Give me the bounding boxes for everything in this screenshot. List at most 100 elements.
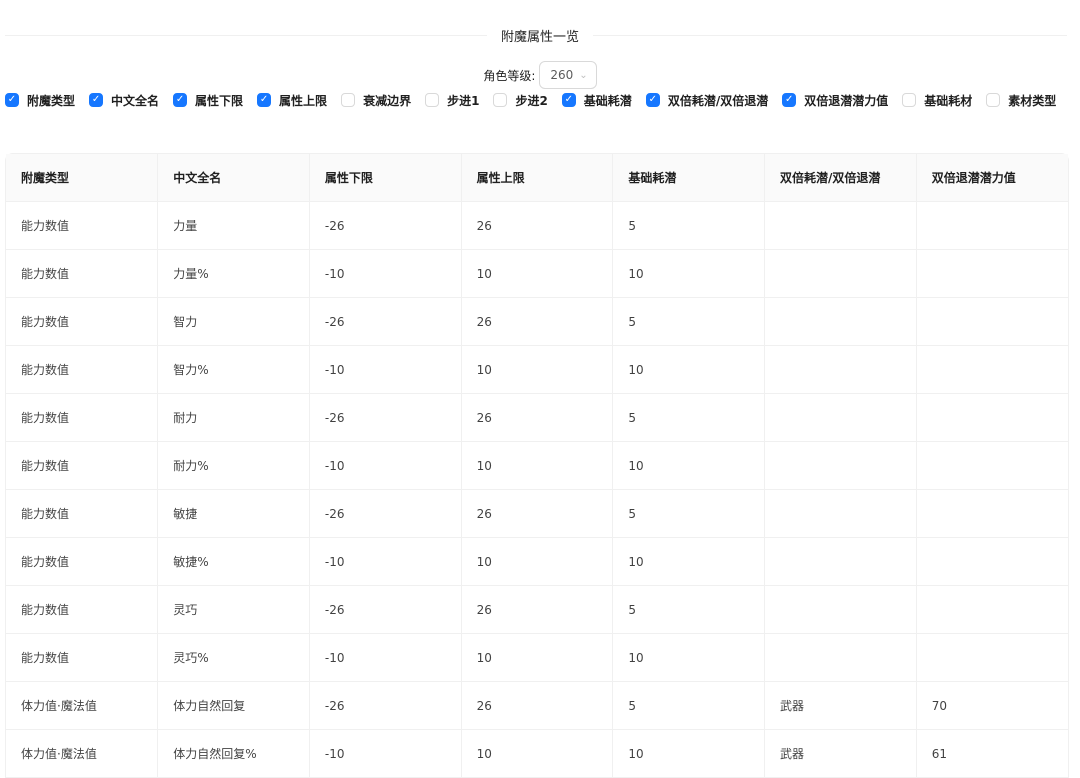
checkbox-9[interactable]: ✓ 双倍退潜潜力值 (782, 92, 888, 108)
table-cell: 10 (461, 345, 614, 394)
table-cell: 能力数值 (6, 393, 159, 442)
checkbox-unchecked-icon[interactable] (902, 93, 917, 107)
table-cell: 能力数值 (6, 441, 159, 490)
table-cell: 70 (916, 681, 1068, 730)
table-row: 能力数值 灵巧 -26 26 5 (6, 585, 1068, 634)
table-cell (764, 585, 917, 634)
page-title: 附魔属性一览 (486, 26, 594, 45)
table-cell (916, 201, 1068, 250)
table-cell (764, 393, 917, 442)
table-cell: 体力自然回复 (157, 681, 310, 730)
checkbox-checked-icon[interactable]: ✓ (173, 93, 188, 107)
table-cell (916, 297, 1068, 346)
table-cell: 5 (612, 681, 766, 730)
column-header: 双倍退潜潜力值 (916, 154, 1068, 202)
table-cell: -10 (309, 441, 462, 490)
table-header-row: 附魔类型 中文全名 属性下限 属性上限 基础耗潜 双倍耗潜/双倍退潜 双倍退潜潜力值 (6, 154, 1068, 202)
checkbox-label: 双倍耗潜/双倍退潜 (667, 93, 769, 108)
table-cell: 能力数值 (6, 297, 159, 346)
table-cell: 26 (461, 489, 614, 538)
checkbox-label: 基础耗材 (924, 93, 973, 108)
table-cell: 能力数值 (6, 537, 159, 586)
table-cell: 体力自然回复% (157, 729, 310, 778)
table-cell: 体力值·魔法值 (6, 681, 159, 730)
attribute-table: 附魔类型 中文全名 属性下限 属性上限 基础耗潜 双倍耗潜/双倍退潜 双倍退潜潜力值 能力数… (5, 153, 1069, 778)
level-row: 角色等级: 260 ⌄ (0, 61, 1080, 89)
checkbox-label: 属性上限 (279, 93, 328, 108)
checkbox-1[interactable]: ✓ 中文全名 (89, 92, 159, 108)
checkbox-unchecked-icon[interactable] (425, 93, 440, 107)
table-cell: 26 (461, 681, 614, 730)
column-header: 基础耗潜 (612, 154, 766, 202)
table-row: 能力数值 灵巧% -10 10 10 (6, 633, 1068, 682)
checkbox-unchecked-icon[interactable] (341, 93, 356, 107)
table-row: 能力数值 智力% -10 10 10 (6, 345, 1068, 394)
table-cell: 力量 (157, 201, 310, 250)
checkbox-8[interactable]: ✓ 双倍耗潜/双倍退潜 (645, 92, 769, 108)
checkbox-7[interactable]: ✓ 基础耗潜 (561, 92, 632, 108)
table-cell: 5 (612, 585, 766, 634)
checkbox-checked-icon[interactable]: ✓ (782, 93, 797, 107)
table-cell (916, 633, 1068, 682)
checkbox-checked-icon[interactable]: ✓ (561, 93, 576, 107)
table-cell: 敏捷% (157, 537, 310, 586)
table-cell (764, 297, 917, 346)
table-cell: 26 (461, 201, 614, 250)
table-cell: 能力数值 (6, 345, 159, 394)
table-cell: 耐力 (157, 393, 310, 442)
checkbox-checked-icon[interactable]: ✓ (89, 93, 104, 107)
table-cell: 能力数值 (6, 585, 159, 634)
checkbox-checked-icon[interactable]: ✓ (5, 93, 19, 107)
table-row: 体力值·魔法值 体力自然回复% -10 10 10 武器 61 (6, 729, 1068, 778)
checkbox-6[interactable]: 步进2 (493, 92, 548, 108)
table-cell (764, 537, 917, 586)
checkbox-0[interactable]: ✓ 附魔类型 (5, 92, 75, 108)
table-cell: 体力值·魔法值 (6, 729, 159, 778)
checkbox-checked-icon[interactable]: ✓ (645, 93, 660, 107)
checkbox-2[interactable]: ✓ 属性下限 (173, 92, 243, 108)
table-cell: 10 (612, 345, 766, 394)
table-cell: 10 (612, 633, 766, 682)
checkbox-11[interactable]: 素材类型 (986, 92, 1056, 108)
column-header: 中文全名 (157, 154, 310, 202)
table-row: 体力值·魔法值 体力自然回复 -26 26 5 武器 70 (6, 681, 1068, 730)
table-cell: 10 (612, 537, 766, 586)
table-cell: 26 (461, 393, 614, 442)
checkbox-label: 步进1 (447, 93, 480, 108)
table-cell: 10 (612, 729, 766, 778)
checkbox-checked-icon[interactable]: ✓ (257, 93, 272, 107)
table-cell: 能力数值 (6, 249, 159, 298)
table-cell: 智力% (157, 345, 310, 394)
table-cell (764, 345, 917, 394)
table-cell: 灵巧% (157, 633, 310, 682)
level-select[interactable]: 260 ⌄ (539, 61, 597, 89)
checkbox-label: 基础耗潜 (583, 93, 632, 108)
table-cell (764, 201, 917, 250)
table-cell (916, 441, 1068, 490)
checkbox-10[interactable]: 基础耗材 (902, 92, 972, 108)
checkbox-unchecked-icon[interactable] (986, 93, 1001, 107)
table-cell: 敏捷 (157, 489, 310, 538)
table-cell: 10 (461, 729, 614, 778)
table-cell (764, 441, 917, 490)
checkbox-5[interactable]: 步进1 (425, 92, 479, 108)
table-cell: -10 (309, 249, 462, 298)
table-cell: -26 (309, 393, 462, 442)
checkbox-4[interactable]: 衰减边界 (341, 92, 411, 108)
table-cell (916, 585, 1068, 634)
table-cell: 能力数值 (6, 633, 159, 682)
checkbox-3[interactable]: ✓ 属性上限 (257, 92, 327, 108)
checkbox-label: 双倍退潜潜力值 (804, 93, 889, 108)
checkbox-label: 中文全名 (111, 93, 160, 108)
checkbox-unchecked-icon[interactable] (493, 93, 508, 107)
checkbox-label: 属性下限 (195, 93, 244, 108)
table-row: 能力数值 耐力% -10 10 10 (6, 441, 1068, 490)
table-cell: -26 (309, 489, 462, 538)
table-cell (916, 393, 1068, 442)
checkbox-label: 衰减边界 (363, 93, 412, 108)
table-cell (916, 249, 1068, 298)
column-header: 属性下限 (309, 154, 462, 202)
table-cell (764, 249, 917, 298)
table-cell: -26 (309, 681, 462, 730)
table-cell: 5 (612, 489, 766, 538)
